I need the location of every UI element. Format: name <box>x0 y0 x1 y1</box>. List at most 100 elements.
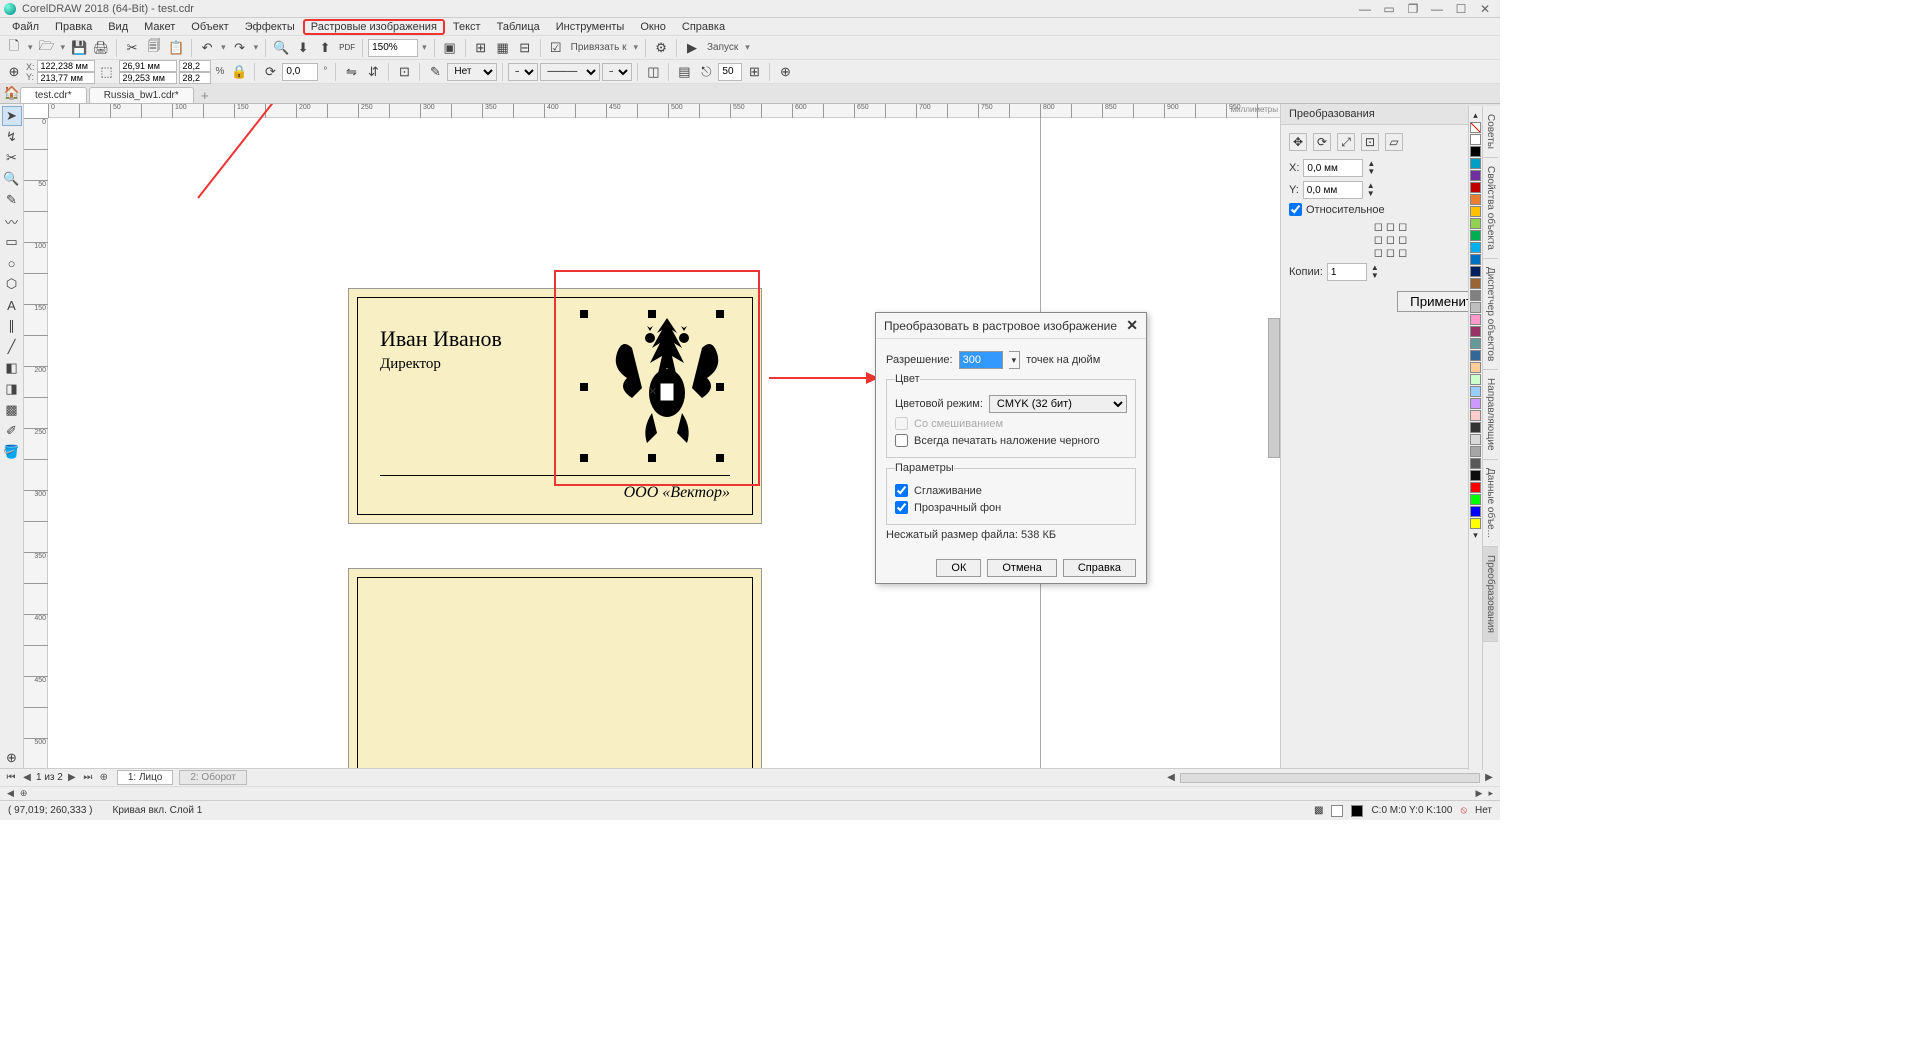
ok-button[interactable]: ОК <box>936 559 981 577</box>
page-first[interactable]: ⏮ <box>4 772 18 783</box>
handle-e[interactable] <box>716 383 724 391</box>
side-tab-props[interactable]: Свойства объекта <box>1483 158 1498 259</box>
color-swatch[interactable] <box>1470 146 1481 157</box>
handle-sw[interactable] <box>580 454 588 462</box>
menu-bitmaps[interactable]: Растровые изображения <box>303 19 445 35</box>
color-swatch[interactable] <box>1470 398 1481 409</box>
menu-window[interactable]: Окно <box>632 20 674 34</box>
y-input[interactable] <box>37 72 95 84</box>
palette-add[interactable]: ⊕ <box>17 788 31 799</box>
handle-w[interactable] <box>580 383 588 391</box>
minimize-button[interactable]: — <box>1354 2 1376 16</box>
menu-effects[interactable]: Эффекты <box>237 20 303 34</box>
color-swatch[interactable] <box>1470 374 1481 385</box>
fill-tool[interactable]: 🪣 <box>2 442 22 462</box>
snap-label[interactable]: Привязать к <box>568 42 630 53</box>
menu-view[interactable]: Вид <box>100 20 136 34</box>
artistic-tool[interactable]: 〰 <box>2 211 22 231</box>
max2-button[interactable]: ☐ <box>1450 2 1472 16</box>
dialog-close-button[interactable]: ✕ <box>1126 317 1138 334</box>
publish-pdf-button[interactable]: PDF <box>337 38 357 58</box>
options-button[interactable]: ⚙ <box>651 38 671 58</box>
text-tool[interactable]: A <box>2 295 22 315</box>
side-tab-obj-mgr[interactable]: Диспетчер объектов <box>1483 259 1498 370</box>
menu-object[interactable]: Объект <box>183 20 236 34</box>
outline-swatch[interactable] <box>1351 805 1363 817</box>
menu-table[interactable]: Таблица <box>489 20 548 34</box>
line-style-select[interactable]: ——— <box>540 63 600 81</box>
copy-button[interactable]: 🗐 <box>144 38 164 58</box>
eyedropper-tool[interactable]: ✐ <box>2 421 22 441</box>
grid-button[interactable]: ▦ <box>493 38 513 58</box>
transparency-tool[interactable]: ◨ <box>2 379 22 399</box>
trace-button[interactable]: ⊡ <box>394 62 414 82</box>
docker-x-input[interactable] <box>1303 159 1363 177</box>
color-swatch[interactable] <box>1470 218 1481 229</box>
min2-button[interactable]: — <box>1426 2 1448 16</box>
size-mode-icon[interactable]: ⊡ <box>1361 133 1379 151</box>
color-swatch[interactable] <box>1470 278 1481 289</box>
page-next[interactable]: ▶ <box>65 772 79 783</box>
business-card-back[interactable] <box>348 568 762 768</box>
sx-input[interactable] <box>179 60 211 72</box>
shape-tool[interactable]: ↯ <box>2 127 22 147</box>
rotate-mode-icon[interactable]: ⟳ <box>1313 133 1331 151</box>
color-swatch[interactable] <box>1470 158 1481 169</box>
scale-mode-icon[interactable]: ⤢ <box>1337 133 1355 151</box>
canvas[interactable]: Иван Иванов Директор <box>48 118 1280 768</box>
rotation-input[interactable] <box>282 63 318 81</box>
copies-input[interactable] <box>1327 263 1367 281</box>
palette-right[interactable]: ▶ <box>1473 788 1486 799</box>
side-tab-guides[interactable]: Направляющие <box>1483 370 1498 460</box>
pick-tool[interactable]: ➤ <box>2 106 22 126</box>
color-swatch[interactable] <box>1470 446 1481 457</box>
mirror-h-button[interactable]: ⇋ <box>341 62 361 82</box>
cut-button[interactable]: ✂ <box>122 38 142 58</box>
handle-nw[interactable] <box>580 310 588 318</box>
no-color-swatch[interactable] <box>1470 122 1481 133</box>
guides-button[interactable]: ⊟ <box>515 38 535 58</box>
menu-edit[interactable]: Правка <box>47 20 100 34</box>
color-swatch[interactable] <box>1470 362 1481 373</box>
palette-left[interactable]: ◀ <box>4 788 17 799</box>
new-button[interactable]: 🗋 <box>4 38 24 58</box>
color-swatch[interactable] <box>1470 506 1481 517</box>
palette-up[interactable]: ▴ <box>1473 110 1478 121</box>
dialog-titlebar[interactable]: Преобразовать в растровое изображение ✕ <box>876 313 1146 339</box>
doc-tab-2[interactable]: Russia_bw1.cdr* <box>89 87 194 103</box>
color-swatch[interactable] <box>1470 350 1481 361</box>
export-button[interactable]: ⬆ <box>315 38 335 58</box>
paste-button[interactable]: 📋 <box>166 38 186 58</box>
ruler-button[interactable]: ⊞ <box>471 38 491 58</box>
outline-width-select[interactable]: Нет <box>447 63 497 81</box>
color-swatch[interactable] <box>1470 194 1481 205</box>
color-swatch[interactable] <box>1470 338 1481 349</box>
crop-tool[interactable]: ✂ <box>2 148 22 168</box>
color-swatch[interactable] <box>1470 206 1481 217</box>
color-swatch[interactable] <box>1470 182 1481 193</box>
quick-add-tool[interactable]: ⊕ <box>2 748 22 768</box>
x-input[interactable] <box>37 60 95 72</box>
home-icon[interactable]: 🏠 <box>4 83 20 103</box>
close-button[interactable]: ✕ <box>1474 2 1496 16</box>
rectangle-tool[interactable]: ▭ <box>2 232 22 252</box>
color-swatch[interactable] <box>1470 314 1481 325</box>
hscroll-left[interactable]: ◀ <box>1164 772 1178 783</box>
doc-tab-1[interactable]: test.cdr* <box>20 87 87 103</box>
side-tab-transform[interactable]: Преобразования <box>1483 547 1498 642</box>
color-swatch[interactable] <box>1470 254 1481 265</box>
launch-label[interactable]: Запуск <box>704 42 741 53</box>
polygon-tool[interactable]: ⬡ <box>2 274 22 294</box>
handle-n[interactable] <box>648 310 656 318</box>
palette-menu[interactable]: ▸ <box>1485 788 1496 799</box>
page-tab-1[interactable]: 1: Лицо <box>117 770 173 785</box>
palette-down[interactable]: ▾ <box>1473 530 1478 541</box>
freehand-tool[interactable]: ✎ <box>2 190 22 210</box>
num-input[interactable] <box>718 63 742 81</box>
color-swatch[interactable] <box>1470 230 1481 241</box>
zoom-tool[interactable]: 🔍 <box>2 169 22 189</box>
snap-toggle[interactable]: ☑ <box>546 38 566 58</box>
convert-button[interactable]: ⊞ <box>744 62 764 82</box>
parallel-tool[interactable]: ∥ <box>2 316 22 336</box>
color-swatch[interactable] <box>1470 482 1481 493</box>
